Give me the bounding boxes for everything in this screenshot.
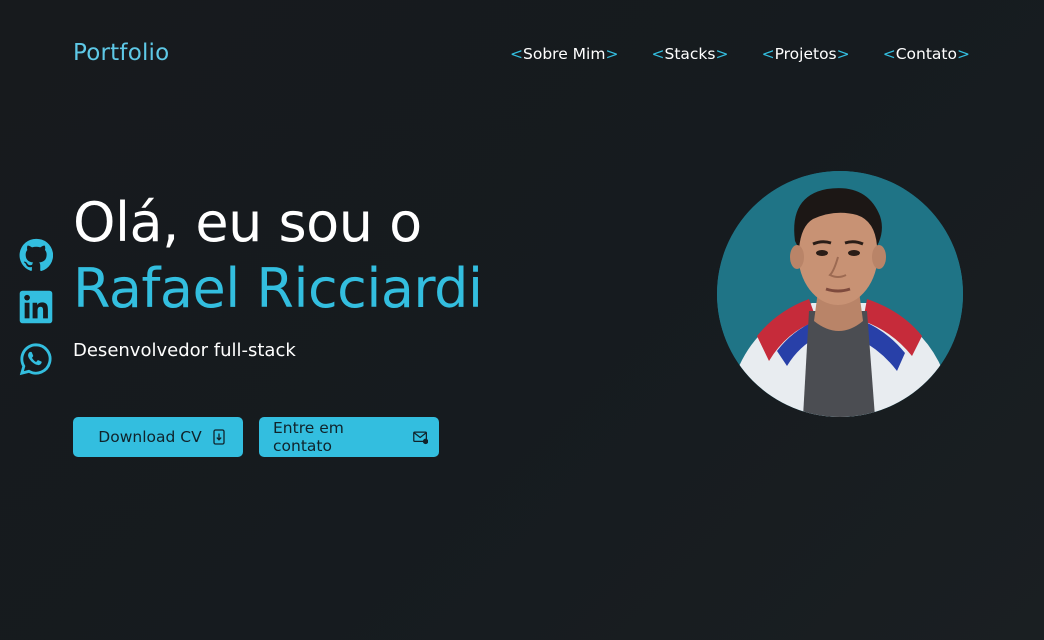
github-icon[interactable] bbox=[19, 238, 53, 272]
hero-greeting: Olá, eu sou o bbox=[73, 191, 422, 254]
hero-text: Olá, eu sou o Rafael Ricciardi Desenvolv… bbox=[73, 190, 483, 361]
nav-label: Sobre Mim bbox=[523, 45, 606, 63]
social-links bbox=[19, 238, 53, 394]
nav-label: Contato bbox=[895, 45, 957, 63]
linkedin-icon[interactable] bbox=[19, 290, 53, 324]
bracket-open: < bbox=[761, 45, 775, 63]
mail-icon bbox=[412, 431, 428, 445]
profile-photo bbox=[717, 171, 963, 417]
nav-link-stacks[interactable]: <Stacks> bbox=[652, 45, 729, 63]
bracket-close: > bbox=[715, 45, 729, 63]
bracket-open: < bbox=[651, 45, 665, 63]
bracket-open: < bbox=[882, 45, 896, 63]
download-cv-button[interactable]: Download CV bbox=[73, 417, 243, 457]
nav-link-sobre-mim[interactable]: <Sobre Mim> bbox=[510, 45, 618, 63]
nav-label: Projetos bbox=[774, 45, 837, 63]
main-nav: <Sobre Mim> <Stacks> <Projetos> <Contato… bbox=[510, 45, 970, 63]
contact-label: Entre em contato bbox=[273, 419, 344, 455]
hero-name: Rafael Ricciardi bbox=[73, 257, 483, 320]
contact-button[interactable]: Entre em contato bbox=[259, 417, 439, 457]
nav-link-projetos[interactable]: <Projetos> bbox=[762, 45, 850, 63]
hero-buttons: Download CV Entre em contato bbox=[73, 417, 439, 457]
nav-link-contato[interactable]: <Contato> bbox=[883, 45, 970, 63]
bracket-close: > bbox=[836, 45, 850, 63]
nav-label: Stacks bbox=[664, 45, 716, 63]
profile-photo-image bbox=[717, 171, 963, 417]
whatsapp-icon[interactable] bbox=[19, 342, 53, 376]
bracket-open: < bbox=[510, 45, 523, 63]
download-cv-label: Download CV bbox=[98, 428, 202, 446]
hero-role: Desenvolvedor full-stack bbox=[73, 340, 296, 361]
file-download-icon bbox=[213, 429, 225, 445]
bracket-close: > bbox=[956, 45, 970, 63]
logo[interactable]: Portfolio bbox=[73, 40, 169, 66]
bracket-close: > bbox=[605, 45, 619, 63]
